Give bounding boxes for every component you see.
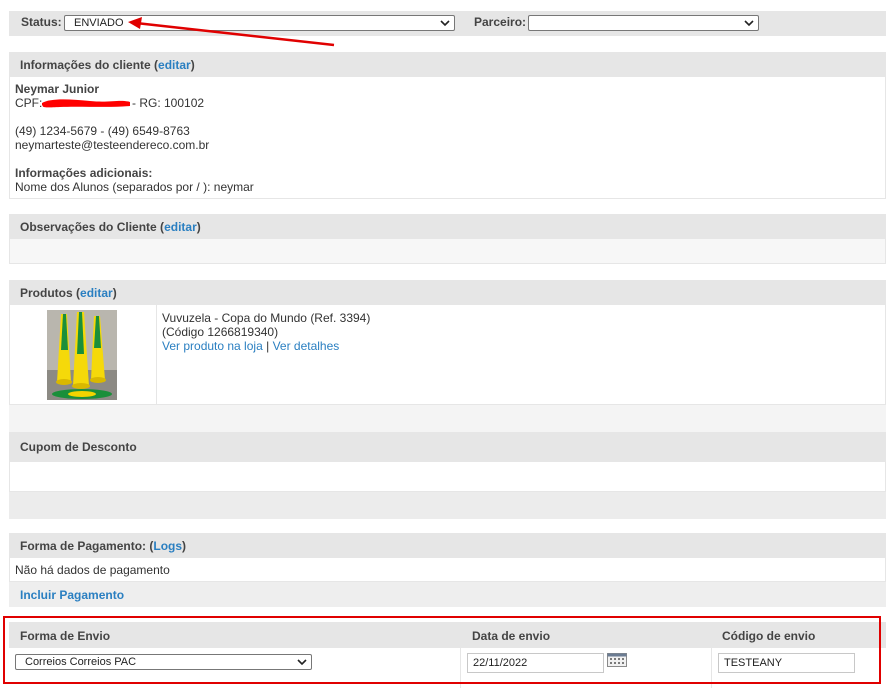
payment-title: Forma de Pagamento: (Logs) — [20, 539, 187, 553]
coupon-footer — [9, 492, 886, 519]
additional-info-text: Nome dos Alunos (separados por / ): neym… — [15, 180, 254, 194]
client-notes-edit-link[interactable]: editar — [164, 220, 197, 234]
client-notes-body — [9, 239, 886, 264]
client-cpf-label: CPF: — [15, 96, 43, 110]
add-payment-link[interactable]: Incluir Pagamento — [20, 588, 124, 602]
client-phones: (49) 1234-5679 - (49) 6549-8763 — [15, 124, 190, 138]
client-notes-title: Observações do Cliente (editar) — [20, 220, 201, 234]
payment-add-row — [9, 582, 886, 607]
client-email: neymarteste@testeendereco.com.br — [15, 138, 210, 152]
client-name: Neymar Junior — [15, 82, 100, 96]
view-details-link[interactable]: Ver detalhes — [273, 339, 340, 353]
payment-logs-link[interactable]: Logs — [153, 539, 182, 553]
view-product-store-link[interactable]: Ver produto na loja — [162, 339, 263, 353]
product-name: Vuvuzela - Copa do Mundo (Ref. 3394) — [162, 311, 371, 325]
client-info-title: Informações do cliente (editar) — [20, 58, 195, 72]
chevron-down-icon — [440, 20, 450, 27]
product-image[interactable] — [47, 310, 117, 400]
product-code: (Código 1266819340) — [162, 325, 279, 339]
additional-info-title: Informações adicionais: — [15, 166, 153, 180]
partner-select[interactable] — [528, 15, 759, 31]
annotation-arrow — [128, 17, 335, 47]
products-title: Produtos (editar) — [20, 286, 117, 300]
coupon-header — [9, 432, 886, 462]
coupon-body — [9, 462, 886, 492]
redaction-mark — [42, 99, 130, 108]
product-links: Ver produto na loja | Ver detalhes — [162, 339, 339, 353]
client-info-edit-link[interactable]: editar — [158, 58, 191, 72]
status-label: Status: — [21, 15, 62, 29]
link-separator: | — [266, 339, 270, 353]
product-image-cell-divider — [156, 305, 157, 405]
payment-no-data: Não há dados de pagamento — [15, 563, 170, 577]
status-select-value: ENVIADO — [74, 17, 124, 29]
partner-label: Parceiro: — [474, 15, 527, 29]
annotation-box — [3, 616, 881, 684]
chevron-down-icon — [744, 20, 754, 27]
products-body — [9, 305, 886, 405]
client-rg: - RG: 100102 — [132, 96, 205, 110]
products-header — [9, 280, 886, 305]
products-footer — [9, 405, 886, 432]
products-edit-link[interactable]: editar — [80, 286, 113, 300]
coupon-title: Cupom de Desconto — [20, 440, 137, 454]
